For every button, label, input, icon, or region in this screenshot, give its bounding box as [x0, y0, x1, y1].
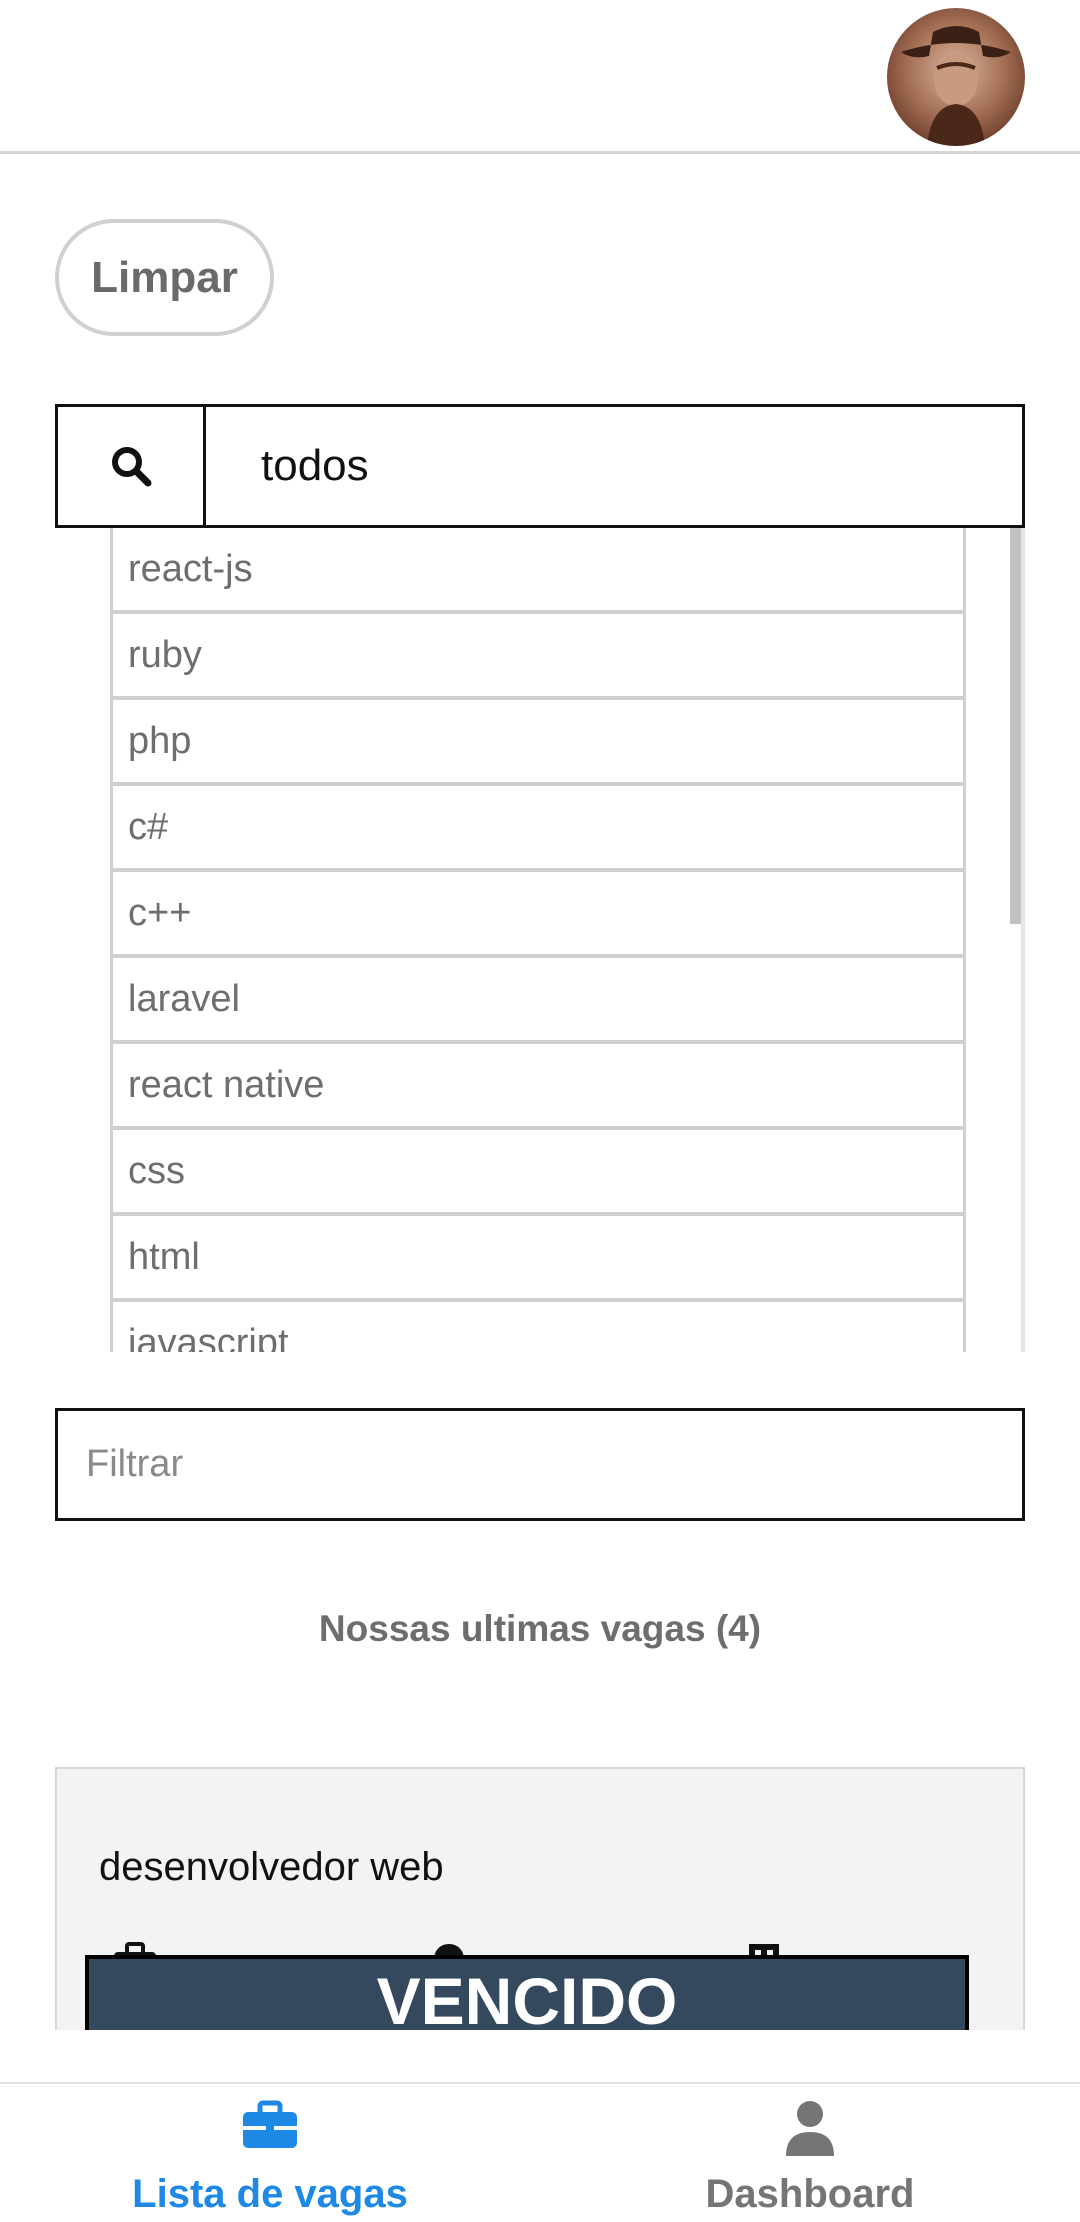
dropdown-scrollbar-thumb[interactable] — [1010, 528, 1021, 924]
nav-label-job-list: Lista de vagas — [132, 2172, 408, 2216]
search-button[interactable] — [58, 407, 206, 525]
tag-option[interactable]: c# — [110, 786, 966, 872]
tag-option[interactable]: react-js — [110, 528, 966, 614]
dropdown-scrollbar-track[interactable] — [1021, 528, 1025, 1352]
tag-select[interactable]: todos — [55, 404, 1025, 528]
tag-option[interactable]: ruby — [110, 614, 966, 700]
nav-label-dashboard: Dashboard — [705, 2172, 915, 2216]
tag-option[interactable]: html — [110, 1216, 966, 1302]
jobs-section-title: Nossas ultimas vagas (4) — [318, 1608, 762, 1649]
briefcase-icon — [243, 2100, 297, 2148]
clear-button[interactable]: Limpar — [55, 219, 274, 336]
app-header — [0, 0, 1080, 154]
user-avatar[interactable] — [887, 8, 1025, 146]
tag-option[interactable]: php — [110, 700, 966, 786]
tag-option-list: react-js ruby php c# c++ laravel react native c… — [110, 528, 966, 1352]
tag-option[interactable]: laravel — [110, 958, 966, 1044]
avatar-photo-icon — [901, 26, 1011, 146]
tag-dropdown[interactable]: react-js ruby php c# c++ laravel react native c… — [55, 528, 1025, 1352]
nav-item-dashboard[interactable]: Dashboard — [540, 2084, 1080, 2222]
job-title: desenvolvedor web — [99, 1845, 444, 1889]
tag-option[interactable]: javascript — [110, 1302, 966, 1352]
tag-option[interactable]: c++ — [110, 872, 966, 958]
search-icon — [111, 447, 151, 487]
clear-button-label: Limpar — [91, 252, 238, 302]
nav-item-job-list[interactable]: Lista de vagas — [0, 2084, 540, 2222]
job-card[interactable]: desenvolvedor web VENCIDO — [55, 1767, 1025, 2030]
expired-badge: VENCIDO — [85, 1955, 969, 2030]
tag-option[interactable]: react native — [110, 1044, 966, 1130]
tag-option[interactable]: css — [110, 1130, 966, 1216]
bottom-navigation: Lista de vagas Dashboard — [0, 2082, 1080, 2222]
selected-tag-value[interactable]: todos — [261, 407, 369, 525]
person-icon — [786, 2101, 834, 2156]
filter-input[interactable] — [55, 1408, 1025, 1521]
